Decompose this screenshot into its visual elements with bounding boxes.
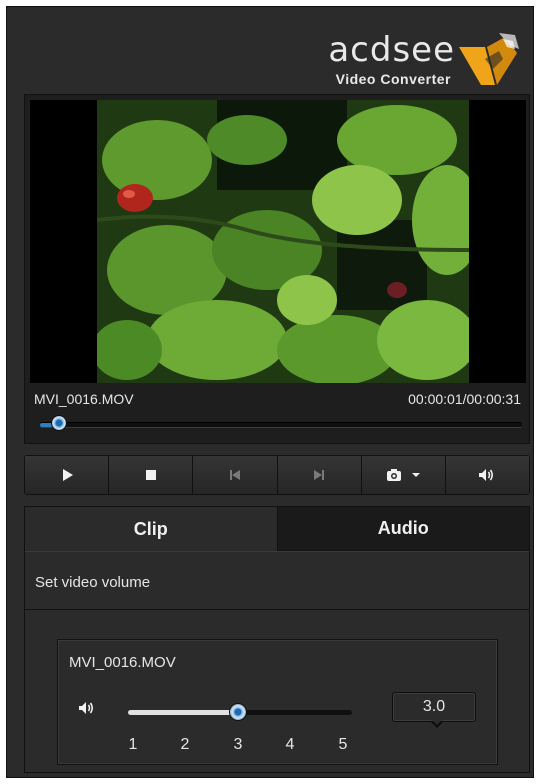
chevron-down-icon [412,473,421,477]
time-code: 00:00:01/00:00:31 [408,391,521,407]
tab-clip[interactable]: Clip [25,507,278,551]
transport-controls [24,455,530,495]
volume-tick-label: 4 [285,736,295,753]
stop-icon [145,470,156,480]
logo-brand-text: acdsee [328,30,455,70]
seek-bar[interactable] [40,422,522,428]
acdsee-v-logo-icon [459,33,519,85]
previous-button[interactable] [193,456,278,494]
audio-file-name: MVI_0016.MOV [69,654,176,671]
play-button[interactable] [25,456,110,494]
volume-tick-label: 3 [233,736,243,753]
stop-button[interactable] [109,456,194,494]
volume-button[interactable] [445,456,530,494]
skip-forward-icon [314,470,325,480]
volume-slider-fill [128,710,238,715]
volume-settings-box: MVI_0016.MOV 1 2 3 4 5 3.0 [57,639,498,765]
video-file-name: MVI_0016.MOV [34,391,134,407]
volume-tick-label: 2 [180,736,190,753]
video-viewport [30,100,526,383]
volume-value-pointer-inner [432,720,442,725]
app-window: acdsee Video Converter MVI_0016.MOV 00:0… [6,6,534,778]
skip-back-icon [229,470,240,480]
play-icon [62,469,73,481]
video-frame-image [97,100,469,383]
logo-product-text: Video Converter [335,71,451,87]
tab-bar: Clip Audio [25,507,529,551]
video-preview-panel: MVI_0016.MOV 00:00:01/00:00:31 [24,94,530,444]
section-label: Set video volume [25,551,529,610]
volume-tick-label: 5 [338,736,348,753]
camera-icon [387,469,402,481]
acdsee-logo: acdsee Video Converter [293,29,523,93]
next-button[interactable] [277,456,362,494]
volume-slider-handle[interactable] [230,704,246,720]
volume-value-display: 3.0 [392,692,476,722]
speaker-icon [79,702,94,714]
settings-panel: Clip Audio Set video volume MVI_0016.MOV… [24,506,530,773]
volume-tick-label: 1 [128,736,138,753]
tab-audio[interactable]: Audio [277,507,529,551]
snapshot-button[interactable] [361,456,446,494]
speaker-icon [479,469,494,481]
